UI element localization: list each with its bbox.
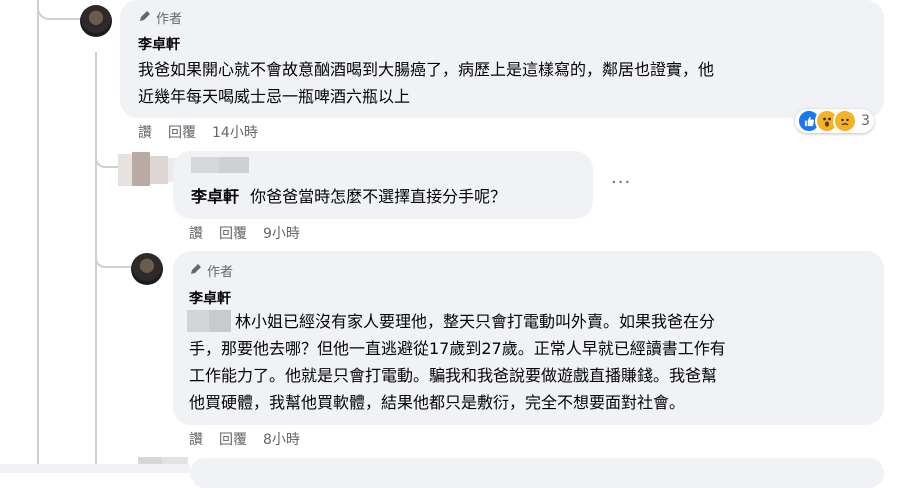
blurred-name: [191, 157, 251, 173]
comment-bubble: 作者 李卓軒 我爸如果開心就不會故意酗酒喝到大腸癌了，病歷上是這樣寫的，鄰居也證…: [120, 0, 884, 118]
like-link[interactable]: 讚: [138, 122, 152, 142]
comment-line: 他買硬體，我幫他買軟體，結果他都只是敷衍，完全不想要面對社會。: [189, 393, 686, 412]
thread-line: [37, 0, 39, 473]
comment-line: 工作能力了。他就是只會打電動。騙我和我爸說要做遊戲直播賺錢。我爸幫: [189, 366, 718, 385]
reply-link[interactable]: 回覆: [168, 122, 196, 142]
pencil-icon: [138, 9, 152, 27]
commenter-name[interactable]: 李卓軒: [138, 34, 180, 54]
pencil-icon: [189, 262, 203, 280]
author-badge: 作者: [138, 8, 182, 27]
timestamp[interactable]: 14小時: [212, 122, 258, 142]
comment-bubble: 作者 李卓軒 林小姐已經沒有家人要理他，整天只會打電動叫外賣。如果我爸在分 手，…: [173, 251, 884, 425]
commenter-name[interactable]: 李卓軒: [189, 288, 231, 308]
comment-actions: 讚 回覆 8小時: [189, 429, 316, 449]
comment-text: 李卓軒 你爸爸當時怎麼不選擇直接分手呢？: [191, 183, 506, 210]
comment-text: 林小姐已經沒有家人要理他，整天只會打電動叫外賣。如果我爸在分 手，那要他去哪？但…: [189, 308, 879, 416]
reply-link[interactable]: 回覆: [219, 223, 247, 243]
mention-link[interactable]: 李卓軒: [191, 187, 239, 206]
blurred-avatar: [118, 152, 180, 186]
thread-curve: [37, 0, 83, 20]
comment-text: 我爸如果開心就不會故意酗酒喝到大腸癌了，病歷上是這樣寫的，鄰居也證實，他 近幾年…: [138, 56, 714, 110]
comment-line: 我爸如果開心就不會故意酗酒喝到大腸癌了，病歷上是這樣寫的，鄰居也證實，他: [138, 60, 715, 79]
like-link[interactable]: 讚: [189, 429, 203, 449]
sad-reaction-icon: [833, 109, 857, 133]
thread-curve: [95, 250, 131, 268]
comment-bubble: [190, 458, 884, 488]
like-link[interactable]: 讚: [189, 223, 203, 243]
timestamp[interactable]: 9小時: [263, 223, 300, 243]
comment-actions: 讚 回覆 14小時: [138, 122, 274, 142]
reaction-summary[interactable]: 3: [795, 109, 874, 133]
comment-line: 手，那要他去哪？但他一直逃避從17歲到27歲。正常人早就已經讀書工作有: [189, 339, 726, 358]
avatar[interactable]: [80, 5, 112, 37]
bottom-bar: [0, 464, 190, 473]
author-badge-label: 作者: [207, 265, 234, 280]
avatar[interactable]: [131, 253, 163, 285]
more-options-button[interactable]: ···: [611, 172, 631, 193]
comment-body: 你爸爸當時怎麼不選擇直接分手呢？: [250, 187, 507, 206]
comment-line: 近幾年每天喝威士忌一瓶啤酒六瓶以上: [138, 87, 411, 106]
author-badge: 作者: [189, 261, 233, 280]
reaction-count: 3: [861, 113, 870, 129]
reply-link[interactable]: 回覆: [219, 429, 247, 449]
comment-line: 林小姐已經沒有家人要理他，整天只會打電動叫外賣。如果我爸在分: [235, 312, 716, 331]
author-badge-label: 作者: [156, 12, 183, 27]
comment-bubble: 李卓軒 你爸爸當時怎麼不選擇直接分手呢？: [173, 151, 593, 219]
timestamp[interactable]: 8小時: [263, 429, 300, 449]
comment-actions: 讚 回覆 9小時: [189, 223, 316, 243]
